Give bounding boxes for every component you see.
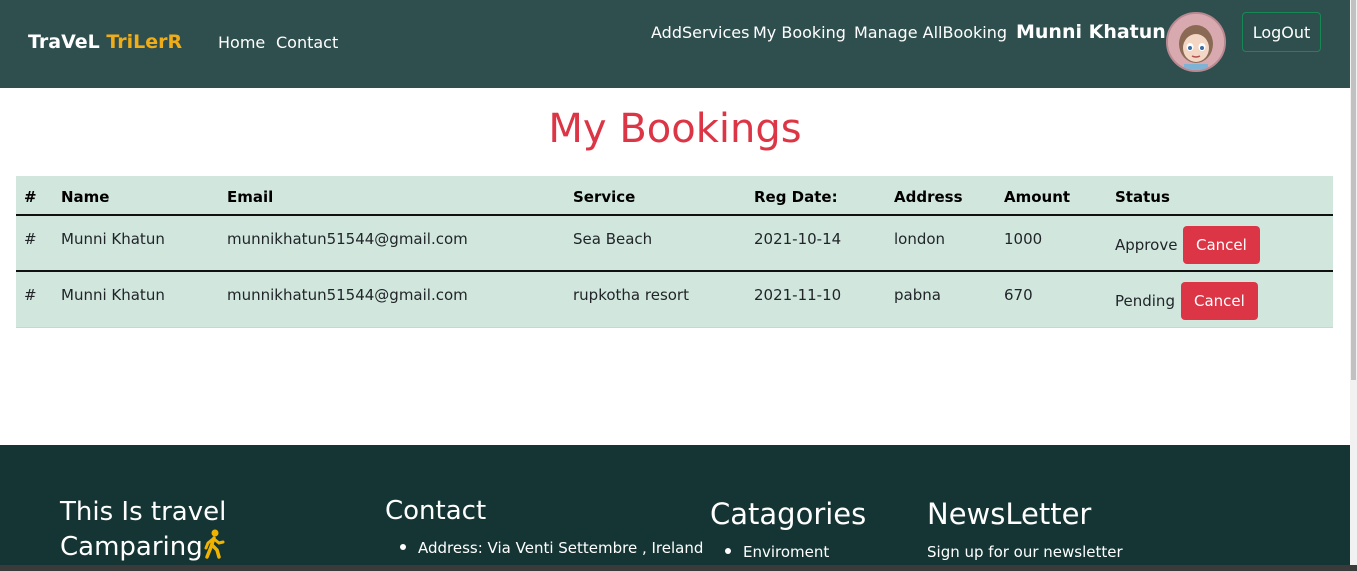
row-email: munnikhatun51544@gmail.com	[227, 286, 468, 304]
row-email: munnikhatun51544@gmail.com	[227, 230, 468, 248]
nav-link-my-booking[interactable]: My Booking	[753, 23, 846, 42]
cancel-button[interactable]: Cancel	[1181, 282, 1258, 320]
footer-categories-title: Catagories	[710, 497, 867, 531]
footer-contact-item: Address: Via Venti Settembre , Ireland	[400, 539, 703, 557]
user-avatar[interactable]	[1166, 12, 1226, 72]
nav-link-add-services[interactable]: AddServices	[651, 23, 749, 42]
footer-contact-title: Contact	[385, 496, 487, 526]
brand-part2: TriLerR	[106, 31, 183, 53]
vertical-scrollbar[interactable]	[1350, 0, 1357, 571]
horizontal-scrollbar[interactable]	[0, 565, 1357, 571]
scrollbar-thumb[interactable]	[1351, 0, 1356, 380]
avatar-cartoon-icon	[1168, 14, 1224, 70]
row-name: Munni Khatun	[61, 230, 165, 248]
footer-about-title: This Is travel Camparing	[60, 495, 226, 564]
navbar: TraVeL TriLerR Home Contact AddServices …	[0, 0, 1357, 88]
bookings-table: # Name Email Service Reg Date: Address A…	[16, 176, 1333, 328]
brand-logo[interactable]: TraVeL TriLerR	[28, 31, 182, 53]
page-title: My Bookings	[548, 106, 802, 152]
walking-person-icon	[204, 529, 225, 559]
header-amount: Amount	[1004, 188, 1071, 206]
footer: This Is travel Camparing Contact Address…	[0, 445, 1357, 571]
footer-newsletter-title: NewsLetter	[927, 497, 1092, 531]
row-service: rupkotha resort	[573, 286, 689, 304]
row-status: Pending	[1115, 292, 1175, 310]
row-num: #	[24, 286, 37, 304]
table-row: # Munni Khatun munnikhatun51544@gmail.co…	[16, 272, 1333, 328]
brand-part1: TraVeL	[28, 31, 100, 53]
header-address: Address	[894, 188, 963, 206]
logout-button[interactable]: LogOut	[1242, 12, 1321, 52]
page: TraVeL TriLerR Home Contact AddServices …	[0, 0, 1357, 571]
row-service: Sea Beach	[573, 230, 653, 248]
header-name: Name	[61, 188, 110, 206]
header-num: #	[24, 188, 37, 206]
footer-category-item: Enviroment	[725, 543, 829, 561]
nav-link-contact[interactable]: Contact	[276, 33, 338, 52]
footer-about-line2: Camparing	[60, 532, 203, 562]
row-amount: 1000	[1004, 230, 1043, 248]
bullet-icon	[400, 543, 406, 550]
user-name: Munni Khatun	[1016, 21, 1166, 43]
row-address: pabna	[894, 286, 941, 304]
footer-category-enviroment[interactable]: Enviroment	[743, 543, 829, 561]
header-service: Service	[573, 188, 636, 206]
row-reg-date: 2021-11-10	[754, 286, 842, 304]
row-address: london	[894, 230, 946, 248]
table-row: # Munni Khatun munnikhatun51544@gmail.co…	[16, 216, 1333, 272]
row-amount: 670	[1004, 286, 1033, 304]
table-header-row: # Name Email Service Reg Date: Address A…	[16, 176, 1333, 216]
row-reg-date: 2021-10-14	[754, 230, 842, 248]
nav-link-manage-all-booking[interactable]: Manage AllBooking	[854, 23, 1007, 42]
footer-newsletter-text: Sign up for our newsletter	[927, 543, 1123, 561]
header-email: Email	[227, 188, 274, 206]
row-name: Munni Khatun	[61, 286, 165, 304]
cancel-button[interactable]: Cancel	[1183, 226, 1260, 264]
nav-link-home[interactable]: Home	[218, 33, 265, 52]
bullet-icon	[725, 547, 731, 554]
row-status: Approve	[1115, 236, 1178, 254]
row-num: #	[24, 230, 37, 248]
header-reg-date: Reg Date:	[754, 188, 838, 206]
footer-contact-address: Address: Via Venti Settembre , Ireland	[418, 539, 704, 557]
header-status: Status	[1115, 188, 1170, 206]
footer-about-line1: This Is travel	[60, 497, 227, 527]
